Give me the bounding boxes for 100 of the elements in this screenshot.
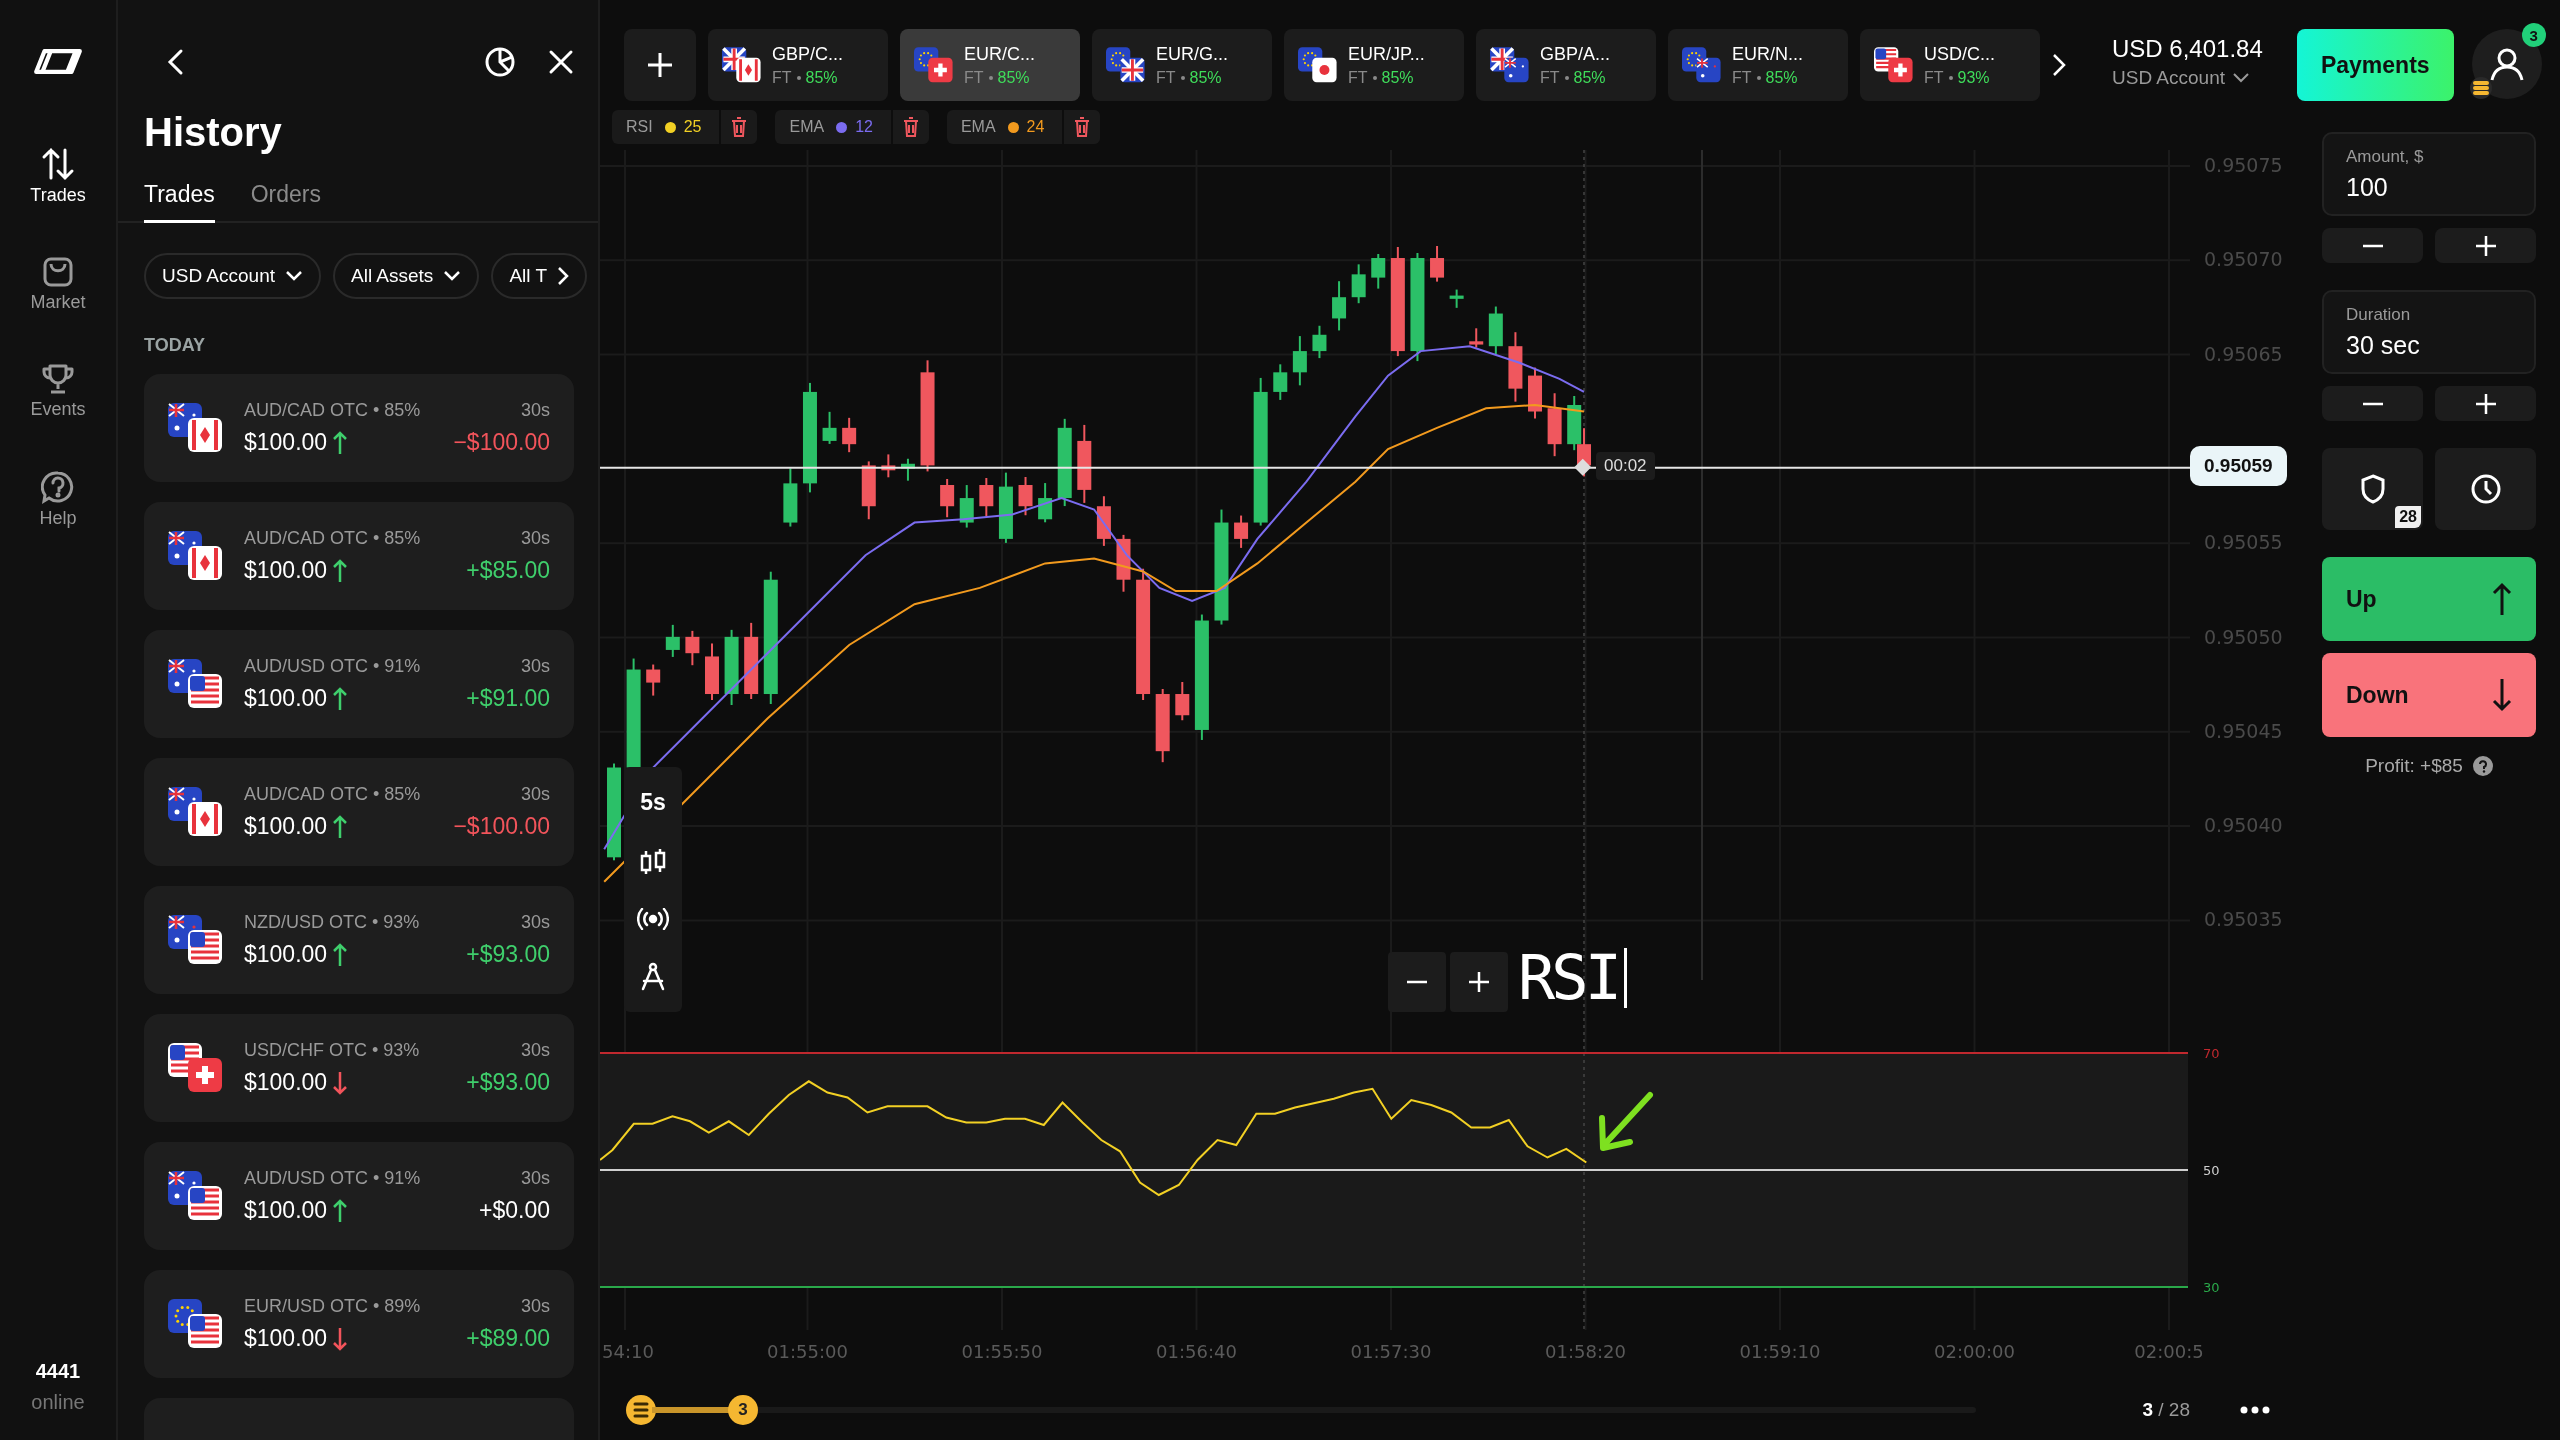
candles-icon[interactable] [638, 846, 668, 877]
trade-amount: $100.00 [244, 685, 328, 712]
profit-label: Profit: +$85 [2365, 755, 2463, 777]
back-icon[interactable] [166, 48, 184, 76]
indicator-chip[interactable]: EMA 12 [775, 110, 929, 144]
asset-label: AUD/CAD OTC • 85% [244, 528, 421, 549]
flag-pair-icon [168, 1043, 224, 1093]
market-label: FT [964, 68, 984, 87]
minus-icon [2362, 401, 2383, 406]
candle [822, 410, 837, 445]
more-icon[interactable] [2240, 1406, 2270, 1414]
asset-name: GBP/A... [1540, 43, 1611, 65]
asset-tab[interactable]: EUR/G... FT 85% [1092, 29, 1272, 101]
up-button[interactable]: Up [2322, 557, 2536, 641]
add-asset-button[interactable] [624, 29, 696, 101]
trade-card[interactable]: AUD/USD OTC • 91% $100.00 30s +$91.00 [144, 630, 574, 738]
chevron-down-icon [285, 270, 303, 282]
logo-icon [32, 48, 84, 75]
amount-field[interactable]: Amount, $ 100 [2322, 132, 2536, 216]
indicator-chip[interactable]: RSI 25 [612, 110, 758, 144]
filter-dropdown[interactable]: All T [491, 253, 588, 299]
time-label: 01:56:40 [1156, 1341, 1237, 1362]
trade-card[interactable]: AUD/CAD OTC • 85% $100.00 30s +$85.00 [144, 502, 574, 610]
trash-icon [1074, 117, 1091, 137]
down-button[interactable]: Down [2322, 653, 2536, 737]
candle [783, 467, 798, 528]
tab[interactable]: Orders [250, 177, 322, 223]
protection-button[interactable]: 28 [2322, 448, 2423, 530]
nav-item[interactable]: Events [30, 363, 86, 420]
payout-label: 85% [1573, 68, 1606, 87]
nav-item[interactable]: Market [30, 256, 86, 313]
asset-label: AUD/USD OTC • 91% [244, 656, 421, 677]
indicator-chip[interactable]: EMA 24 [946, 110, 1101, 144]
trade-duration: 30s [520, 1040, 550, 1061]
payments-button[interactable]: Payments [2296, 29, 2454, 101]
nav-item[interactable]: Trades [30, 147, 86, 206]
candle [1469, 327, 1484, 349]
timeframe-button[interactable]: 5s [640, 788, 666, 816]
asset-tab[interactable]: EUR/C... FT 85% [900, 29, 1080, 101]
trade-card[interactable]: USD/CHF OTC • 93% $100.00 30s +$93.00 [144, 1014, 574, 1122]
notification-badge: 3 [2521, 23, 2546, 47]
trade-result: +$89.00 [466, 1325, 550, 1352]
asset-tab[interactable]: GBP/A... FT 85% [1476, 29, 1656, 101]
asset-tab[interactable]: GBP/C... FT 85% [708, 29, 888, 101]
asset-name: EUR/N... [1732, 43, 1803, 65]
separator-dot-icon [796, 75, 801, 80]
trade-card[interactable]: AUD/CAD OTC • 85% $100.00 30s −$100.00 [144, 374, 574, 482]
flag-pair-icon [168, 659, 224, 709]
candle [959, 484, 974, 529]
market-label: FT [1540, 68, 1560, 87]
rsi-level-label: 50 [2203, 1163, 2220, 1178]
pending-order-button[interactable] [2435, 448, 2536, 530]
candle [1038, 482, 1053, 524]
candle [1449, 288, 1464, 309]
account-dropdown[interactable]: USD Account [2112, 67, 2263, 89]
flag-pair-icon [722, 47, 762, 83]
pie-chart-icon[interactable] [484, 46, 516, 78]
indicator-name: EMA [789, 118, 825, 136]
trade-card[interactable]: NZD/USD OTC • 93% $100.00 30s +$93.00 [144, 886, 574, 994]
broadcast-icon[interactable] [637, 907, 669, 930]
zoom-in-button[interactable] [1450, 952, 1508, 1012]
trade-amount: $100.00 [244, 1325, 328, 1352]
trade-result: −$100.00 [453, 429, 550, 456]
trade-duration: 30s [520, 784, 550, 805]
flag-pair-icon [168, 531, 224, 581]
help-icon [41, 470, 75, 504]
trade-duration: 30s [520, 1296, 550, 1317]
close-icon[interactable] [548, 49, 574, 75]
trade-result: +$93.00 [466, 1069, 550, 1096]
tab[interactable]: Trades [144, 177, 215, 223]
filter-dropdown[interactable]: All Assets [333, 253, 480, 299]
price-label: 0.95045 [2204, 719, 2283, 742]
nav-item[interactable]: Help [30, 470, 86, 529]
flag-pair-icon [168, 1299, 224, 1349]
trade-amount: $100.00 [244, 1197, 328, 1224]
asset-tab[interactable]: EUR/N... FT 85% [1668, 29, 1848, 101]
candle [665, 623, 680, 658]
candle [1096, 495, 1111, 547]
asset-tab[interactable]: EUR/JP... FT 85% [1284, 29, 1464, 101]
trade-card[interactable]: AUD/CAD OTC • 85% $100.00 30s −$100.00 [144, 758, 574, 866]
increase-button[interactable] [2435, 386, 2536, 421]
candle [1430, 245, 1445, 283]
indicator-name: RSI [626, 118, 653, 136]
rsi-level-label: 70 [2203, 1046, 2220, 1061]
flag-pair-icon [1298, 47, 1338, 83]
trade-amount: $100.00 [244, 813, 328, 840]
flag-pair-icon [168, 915, 224, 965]
chevron-right-icon[interactable] [2052, 53, 2066, 77]
asset-tab[interactable]: USD/C... FT 93% [1860, 29, 2040, 101]
help-icon[interactable] [2472, 756, 2493, 776]
indicator-name: EMA [960, 118, 996, 136]
filter-dropdown[interactable]: USD Account [144, 253, 321, 299]
increase-button[interactable] [2435, 228, 2536, 263]
trade-amount: $100.00 [244, 557, 328, 584]
candle [861, 460, 876, 521]
trade-card[interactable]: EUR/USD OTC • 89% $100.00 30s +$89.00 [144, 1270, 574, 1378]
duration-field[interactable]: Duration 30 sec [2322, 290, 2536, 374]
asset-label: AUD/USD OTC • 91% [244, 1168, 421, 1189]
trade-card[interactable]: AUD/USD OTC • 91% $100.00 30s +$0.00 [144, 1142, 574, 1250]
field-label: Duration [2346, 304, 2412, 325]
